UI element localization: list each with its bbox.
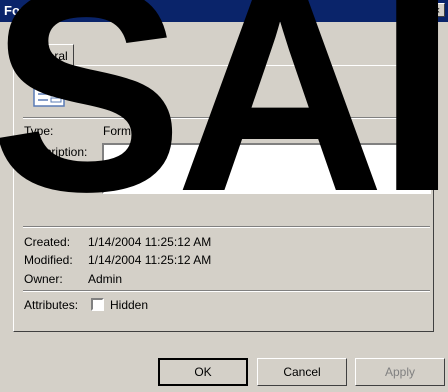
object-name: Form1 [106,88,141,102]
cancel-button[interactable]: Cancel [257,358,347,386]
window-title: Form1 Properties [4,3,112,18]
divider [23,226,430,228]
tab-general-label: General [25,49,68,63]
title-bar: Form1 Properties × [0,0,448,22]
apply-button[interactable]: Apply [355,358,445,386]
created-label: Created: [24,235,71,249]
owner-label: Owner: [24,272,63,286]
close-icon[interactable]: × [429,3,445,17]
tab-general[interactable]: General [16,44,74,66]
description-label: Description: [24,145,88,159]
modified-label: Modified: [24,253,73,267]
form-icon [33,83,65,107]
attributes-label: Attributes: [24,298,79,312]
description-field[interactable] [102,143,431,194]
divider [23,290,430,292]
hidden-checkbox[interactable] [91,298,104,311]
modified-value: 1/14/2004 11:25:12 AM [88,253,212,267]
type-label: Type: [24,124,54,138]
owner-value: Admin [88,272,123,286]
hidden-label[interactable]: Hidden [110,298,148,312]
created-value: 1/14/2004 11:25:12 AM [88,235,212,249]
ok-button[interactable]: OK [158,358,248,386]
divider [23,117,430,119]
type-value: Form [103,124,131,138]
